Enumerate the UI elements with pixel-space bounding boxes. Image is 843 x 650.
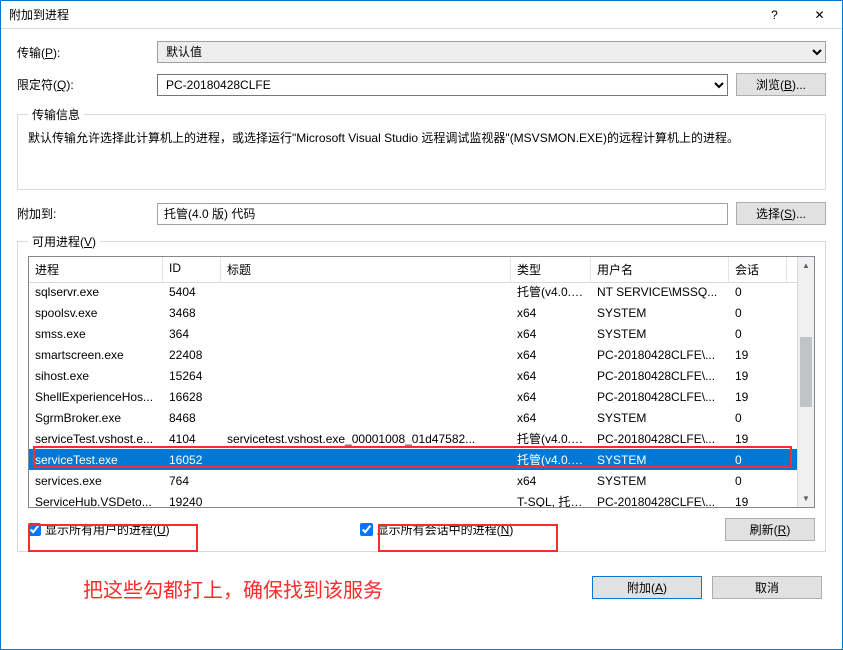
available-processes-legend: 可用进程(V) — [28, 233, 100, 250]
titlebar: 附加到进程 ? ✕ — [1, 1, 842, 29]
table-row[interactable]: SgrmBroker.exe8468x64SYSTEM0 — [29, 407, 797, 428]
help-button[interactable]: ? — [752, 1, 797, 29]
table-row[interactable]: spoolsv.exe3468x64SYSTEM0 — [29, 302, 797, 323]
table-row[interactable]: services.exe764x64SYSTEM0 — [29, 470, 797, 491]
transport-info-group: 传输信息 默认传输允许选择此计算机上的进程，或选择运行"Microsoft Vi… — [17, 106, 826, 190]
table-row[interactable]: sqlservr.exe5404托管(v4.0.30...NT SERVICE\… — [29, 281, 797, 302]
col-type[interactable]: 类型 — [511, 257, 591, 282]
vertical-scrollbar[interactable]: ▲ ▼ — [797, 257, 814, 507]
show-all-sessions-input[interactable] — [360, 523, 373, 536]
dialog-title: 附加到进程 — [9, 6, 752, 23]
table-row[interactable]: ShellExperienceHos...16628x64PC-20180428… — [29, 386, 797, 407]
transport-info-legend: 传输信息 — [28, 106, 84, 123]
col-session[interactable]: 会话 — [729, 257, 787, 282]
refresh-button[interactable]: 刷新(R) — [725, 518, 815, 541]
process-table: 进程 ID 标题 类型 用户名 会话 sqlservr.exe5404托管(v4… — [28, 256, 815, 508]
show-all-users-checkbox[interactable]: 显示所有用户的进程(U) — [28, 521, 170, 538]
cancel-button[interactable]: 取消 — [712, 576, 822, 599]
transport-info-text: 默认传输允许选择此计算机上的进程，或选择运行"Microsoft Visual … — [28, 129, 815, 179]
transport-select[interactable]: 默认值 — [157, 41, 826, 63]
table-row[interactable]: serviceTest.vshost.e...4104servicetest.v… — [29, 428, 797, 449]
annotation-text: 把这些勾都打上，确保找到该服务 — [83, 574, 383, 603]
attach-to-label: 附加到: — [17, 205, 157, 222]
table-row[interactable]: serviceTest.exe16052托管(v4.0.30...SYSTEM0 — [29, 449, 797, 470]
select-button[interactable]: 选择(S)... — [736, 202, 826, 225]
transport-label: 传输(P): — [17, 44, 157, 61]
col-process[interactable]: 进程 — [29, 257, 163, 282]
col-user[interactable]: 用户名 — [591, 257, 729, 282]
table-body: sqlservr.exe5404托管(v4.0.30...NT SERVICE\… — [29, 281, 797, 507]
close-button[interactable]: ✕ — [797, 1, 842, 29]
qualifier-label: 限定符(Q): — [17, 76, 157, 93]
qualifier-select[interactable]: PC-20180428CLFE — [157, 74, 728, 96]
show-all-users-input[interactable] — [28, 523, 41, 536]
scroll-up-arrow-icon[interactable]: ▲ — [798, 257, 814, 274]
scrollbar-thumb[interactable] — [800, 337, 812, 407]
table-row[interactable]: smartscreen.exe22408x64PC-20180428CLFE\.… — [29, 344, 797, 365]
table-row[interactable]: smss.exe364x64SYSTEM0 — [29, 323, 797, 344]
available-processes-group: 可用进程(V) 进程 ID 标题 类型 用户名 会话 sqlservr.exe5… — [17, 233, 826, 552]
attach-to-value: 托管(4.0 版) 代码 — [157, 203, 728, 225]
attach-button[interactable]: 附加(A) — [592, 576, 702, 599]
browse-button[interactable]: 浏览(B)... — [736, 73, 826, 96]
dialog-content: 传输(P): 默认值 限定符(Q): PC-20180428CLFE 浏览(B)… — [1, 29, 842, 552]
table-header: 进程 ID 标题 类型 用户名 会话 — [29, 257, 814, 283]
table-row[interactable]: ServiceHub.VSDeto...19240T-SQL, 托管(...PC… — [29, 491, 797, 507]
checkbox-row: 显示所有用户的进程(U) 显示所有会话中的进程(N) 刷新(R) — [28, 518, 815, 541]
table-row[interactable]: sihost.exe15264x64PC-20180428CLFE\...19 — [29, 365, 797, 386]
col-title[interactable]: 标题 — [221, 257, 511, 282]
col-id[interactable]: ID — [163, 257, 221, 282]
show-all-sessions-checkbox[interactable]: 显示所有会话中的进程(N) — [360, 521, 514, 538]
scroll-down-arrow-icon[interactable]: ▼ — [798, 490, 814, 507]
